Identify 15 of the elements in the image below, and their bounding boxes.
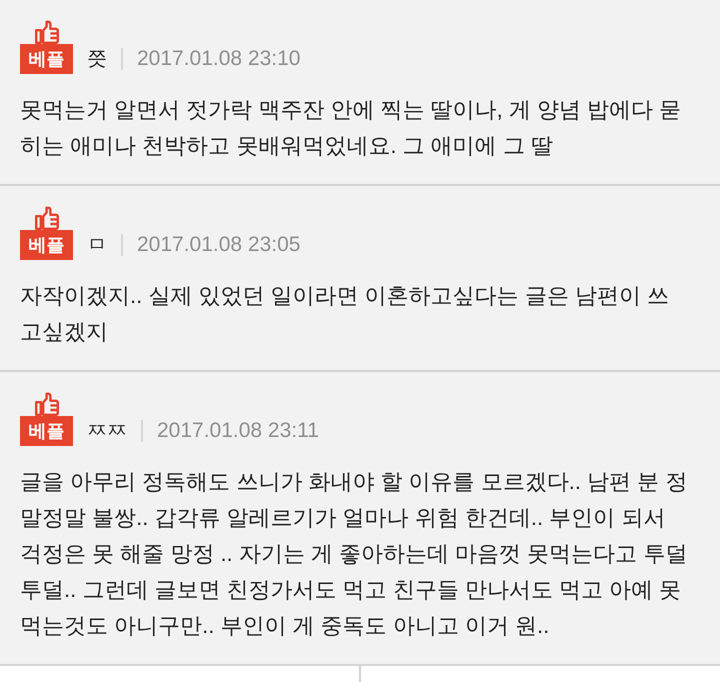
author-name: 쯧 xyxy=(87,47,107,72)
author-name: ㅉㅉ xyxy=(87,419,127,444)
thumbs-up-icon xyxy=(34,392,60,416)
comment-date: 2017.01.08 23:05 xyxy=(137,232,300,258)
best-comment-badge: 베플 xyxy=(20,230,73,260)
comment-date: 2017.01.08 23:11 xyxy=(157,418,319,444)
comment-text: 못먹는거 알면서 젓가락 맥주잔 안에 찍는 딸이나, 게 양념 밥에다 묻히는 애미나 천박하고 못배워먹었네요. 그 애미에 그 딸 xyxy=(20,96,682,160)
thumbs-up-icon xyxy=(34,20,60,44)
author-name: ㅁ xyxy=(87,233,107,258)
thumbs-up-icon xyxy=(34,206,60,230)
comment-date: 2017.01.08 23:10 xyxy=(137,46,300,72)
comment-text: 자작이겠지.. 실제 있었던 일이라면 이혼하고싶다는 글은 남편이 쓰고싶겠지 xyxy=(20,282,670,346)
best-comment-badge: 베플 xyxy=(20,416,73,446)
comment-text: 글을 아무리 정독해도 쓰니가 화내야 할 이유를 모르겠다.. 남편 분 정말정말 불쌍.. 갑각류 알레르기가 얼마나 위험 한건데.. 부인이 되서 걱정은 못 해줄 망정 .. 자기는 게 좋아하는데 마음껏 못먹는다고 투덜투덜.. 그런데 글보면 친정가서도 먹고 친구들 만나서도 먹고 아예 못먹는것도 아니구만.. 부인이 게 중독도 아니고 이거 원.. xyxy=(20,468,688,640)
best-comment-badge: 베플 xyxy=(20,44,73,74)
